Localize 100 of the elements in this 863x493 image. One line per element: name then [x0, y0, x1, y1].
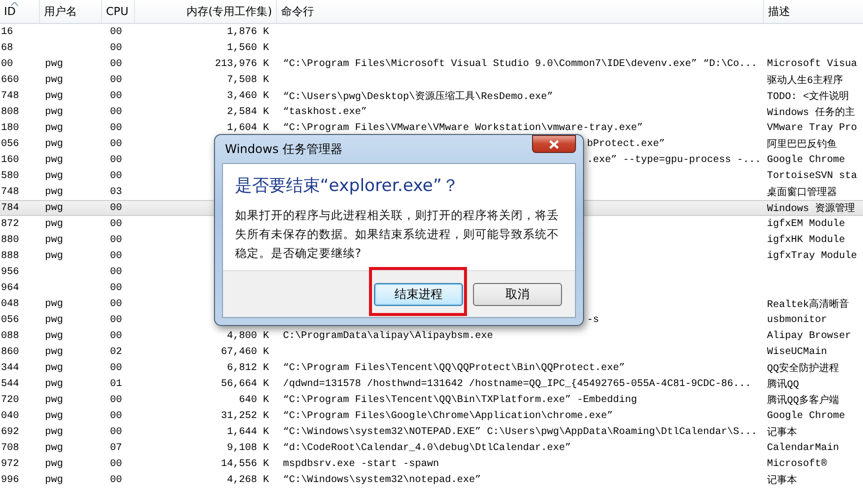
table-cell: 00: [110, 314, 122, 326]
table-cell: 00: [110, 74, 122, 86]
table-cell: WiseUCMain: [767, 346, 828, 358]
table-cell: 860: [1, 346, 20, 358]
table-cell: pwg: [45, 330, 64, 342]
table-cell: pwg: [45, 298, 64, 310]
table-cell: TortoiseSVN sta: [767, 170, 858, 182]
table-cell: 9,108 K: [226, 442, 269, 454]
table-cell-text: Windows 资源管理: [767, 202, 856, 215]
table-cell: “C:\Program Files\VMware\VMware Workstation\vmware-tray.exe”: [283, 122, 644, 134]
table-cell: pwg: [45, 426, 64, 438]
table-cell: 00: [110, 202, 122, 214]
table-cell: pwg: [45, 442, 64, 454]
table-cell: Alipay Browser: [767, 330, 852, 342]
table-cell: 048: [1, 298, 20, 310]
table-cell: 56,664 K: [220, 378, 269, 390]
table-cell: 00: [110, 234, 122, 246]
table-cell: 692: [1, 426, 20, 438]
table-cell: 00: [110, 410, 122, 422]
table-cell: 1,876 K: [226, 26, 269, 38]
table-cell: 6,812 K: [226, 362, 269, 374]
table-cell: Microsoft Visua: [767, 58, 858, 70]
table-cell-text: TODO: <文件说明: [767, 90, 850, 103]
table-cell: 00: [110, 474, 122, 486]
table-cell: 056: [1, 138, 20, 150]
table-cell: 344: [1, 362, 20, 374]
table-cell: “d:\CodeRoot\Calendar_4.0\debug\DtlCalendar.exe”: [283, 442, 572, 454]
table-cell: pwg: [45, 74, 64, 86]
table-cell: 00: [110, 26, 122, 38]
table-cell: 01: [110, 378, 122, 390]
table-cell: “C:\Windows\system32\notepad.exe”: [283, 474, 482, 486]
table-cell: 00: [110, 362, 122, 374]
table-cell-text: 记事本: [767, 426, 797, 439]
table-cell: pwg: [45, 474, 64, 486]
table-cell: pwg: [45, 138, 64, 150]
table-cell-text: 腾讯QQ: [767, 378, 800, 391]
table-cell-text: 阿里巴巴反钓鱼: [767, 138, 837, 151]
table-cell: 213,976 K: [214, 58, 269, 70]
table-cell: 160: [1, 154, 20, 166]
table-cell-text: QQ安全防护进程: [767, 362, 840, 375]
table-cell: 660: [1, 74, 20, 86]
table-cell: 00: [110, 458, 122, 470]
table-cell: “C:\Windows\system32\NOTEPAD.EXE” C:\Users\pwg\AppData\Roaming\DtlCalendar\S...: [283, 426, 758, 438]
table-cell: pwg: [45, 202, 64, 214]
table-cell: 1,560 K: [226, 42, 269, 54]
table-cell: .exe” --type=gpu-process -...: [587, 154, 762, 166]
table-cell-text: Realtek高清晰音: [767, 298, 850, 311]
table-cell: 00: [110, 170, 122, 182]
table-cell-text: 桌面窗口管理器: [767, 186, 837, 199]
table-cell: VMware Tray Pro: [767, 122, 858, 134]
table-cell: 888: [1, 250, 20, 262]
table-cell: 580: [1, 170, 20, 182]
table-cell: 00: [110, 58, 122, 70]
table-cell: 784: [1, 202, 20, 214]
table-cell: 056: [1, 314, 20, 326]
table-cell: 67,460 K: [220, 346, 269, 358]
table-cell: -s: [587, 314, 600, 326]
table-cell: 16: [1, 26, 14, 38]
window-title: Windows 任务管理器: [224, 140, 342, 158]
table-cell: 880: [1, 234, 20, 246]
table-cell: 088: [1, 330, 20, 342]
table-cell: 972: [1, 458, 20, 470]
table-cell: pwg: [45, 170, 64, 182]
table-cell: igfxHK Module: [767, 234, 846, 246]
table-cell: 180: [1, 122, 20, 134]
table-cell-text: 驱动人生6主程序: [767, 74, 844, 87]
table-cell: pwg: [45, 122, 64, 134]
table-cell: pwg: [45, 378, 64, 390]
table-cell: 00: [110, 90, 122, 102]
table-cell: 720: [1, 394, 20, 406]
table-cell: 956: [1, 266, 20, 278]
table-cell: 03: [110, 186, 122, 198]
table-cell: mspdbsrv.exe -start -spawn: [283, 458, 440, 470]
table-cell: 544: [1, 378, 20, 390]
table-cell: pwg: [45, 154, 64, 166]
dialog-heading: 是否要结束“explorer.exe”？: [235, 175, 460, 197]
table-cell-text: 记事本: [767, 474, 797, 487]
dialog-message: 如果打开的程序与此进程相关联，则打开的程序将关闭，将丢失所有未保存的数据。如果结束系统进程，则可能导致系统不稳定。是否确定要继续?: [235, 207, 560, 262]
table-cell: pwg: [45, 218, 64, 230]
table-cell: 68: [1, 42, 14, 54]
table-cell: 808: [1, 106, 20, 118]
table-cell: 00: [110, 218, 122, 230]
table-cell: 872: [1, 218, 20, 230]
table-cell: “C:\Program Files\Google\Chrome\Application\chrome.exe”: [283, 410, 614, 422]
table-cell: 4,268 K: [226, 474, 269, 486]
table-cell: pwg: [45, 234, 64, 246]
table-cell-text: “C:\Users\pwg\Desktop\资源压缩工具\ResDemo.exe”: [283, 90, 554, 103]
table-cell: 748: [1, 186, 20, 198]
table-cell: igfxTray Module: [767, 250, 858, 262]
table-cell: Google Chrome: [767, 410, 846, 422]
table-cell: 3,460 K: [226, 90, 269, 102]
table-cell: usbmonitor: [767, 314, 828, 326]
table-cell: /qdwnd=131578 /hosthwnd=131642 /hostname=QQ_IPC_{45492765-055A-4C81-9CDC-86...: [283, 378, 752, 390]
table-cell: 708: [1, 442, 20, 454]
table-cell: pwg: [45, 90, 64, 102]
table-cell: 31,252 K: [220, 410, 269, 422]
table-cell: 07: [110, 442, 122, 454]
table-cell: 1,604 K: [226, 122, 269, 134]
table-cell: Microsoft®: [767, 458, 828, 470]
table-cell: “C:\Program Files\Tencent\QQ\Bin\TXPlatform.exe” -Embedding: [283, 394, 638, 406]
